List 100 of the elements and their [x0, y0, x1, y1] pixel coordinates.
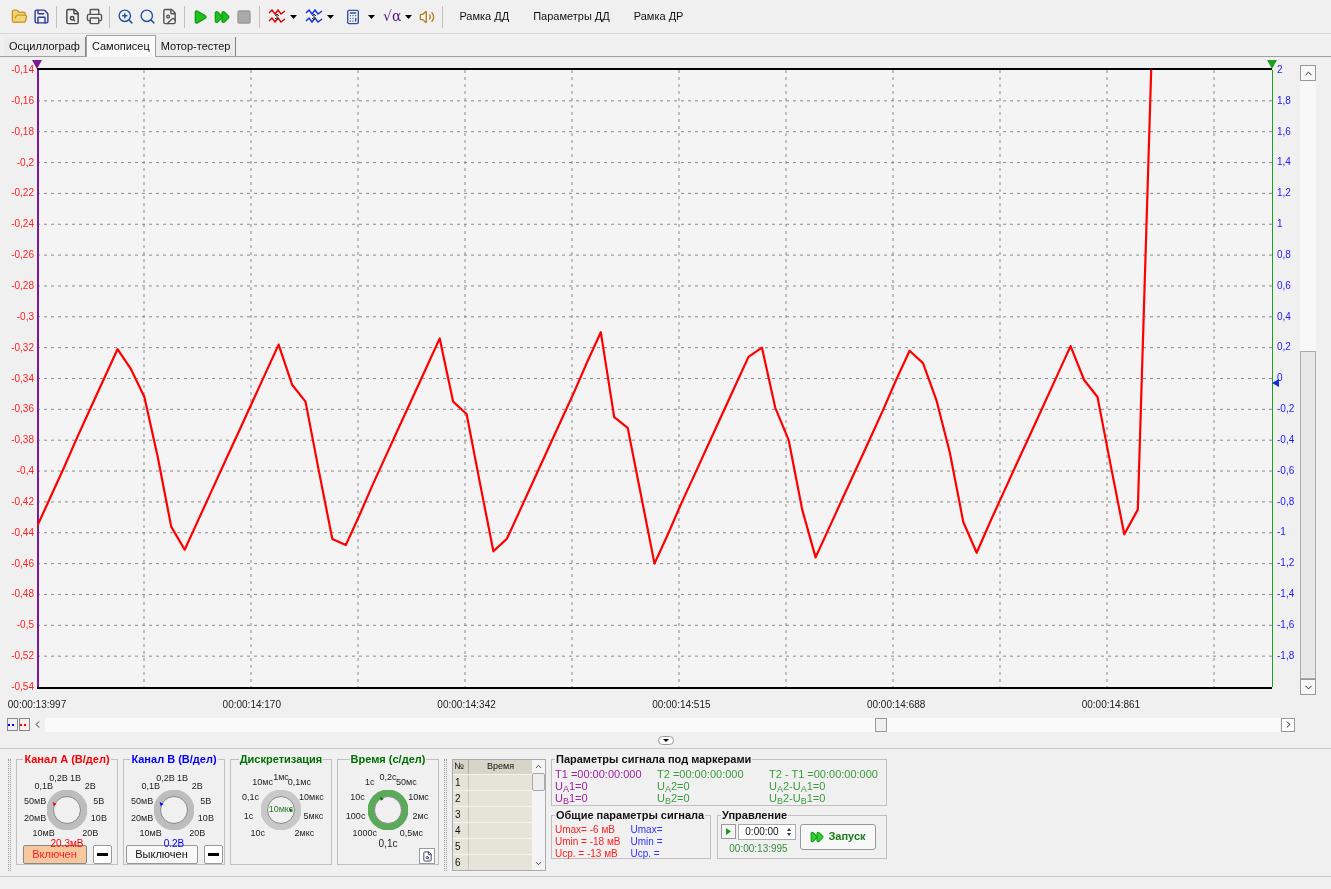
axis-label: -0,26	[11, 250, 34, 261]
dial-label: 10мс	[252, 777, 273, 787]
tab[interactable]: Осциллограф	[4, 37, 86, 56]
minus-icon	[96, 853, 108, 856]
dial-knob[interactable]	[261, 789, 301, 830]
scroll-down-button[interactable]	[1300, 679, 1316, 695]
axis-label: -0,3	[16, 311, 34, 322]
caret-icon[interactable]	[290, 14, 297, 19]
dial-label: 0,5мс	[399, 828, 423, 838]
axis-label: 1,6	[1277, 126, 1291, 137]
minus-icon	[207, 853, 219, 856]
dial-label: 0,1с	[242, 792, 259, 802]
param-text: U$_{A}$2=0	[657, 779, 691, 792]
axis-label: -0,36	[11, 404, 34, 415]
channel-toggle-button[interactable]	[19, 718, 30, 731]
tab[interactable]: Самописец	[85, 35, 156, 57]
dial-knob[interactable]	[368, 789, 408, 830]
formula-button[interactable]: √α	[383, 6, 402, 27]
axis-label: 1,2	[1277, 188, 1291, 199]
collapse-button[interactable]	[657, 736, 674, 745]
toolbar-button[interactable]: Рамка ДД	[447, 5, 522, 28]
dial-label: 2мс	[412, 811, 429, 821]
channel-toggle-button[interactable]	[7, 718, 18, 731]
axis-label: -1,4	[1277, 589, 1295, 600]
tab[interactable]: Мотор-тестер	[155, 37, 237, 56]
dial-label: 0,1мс	[287, 777, 311, 787]
dial-label: 2В	[191, 781, 203, 791]
dial-label: 10В	[90, 813, 107, 823]
axis-label: 1	[1277, 219, 1283, 230]
caret-icon[interactable]	[327, 14, 334, 19]
dial-label: 1мс	[273, 772, 289, 781]
dial-label: 5В	[200, 796, 212, 806]
dial-label: 5мкс	[303, 811, 324, 821]
toolbar-button[interactable]: Параметры ДД	[521, 5, 622, 28]
dial-label: 20мВ	[131, 813, 154, 823]
dial-label: 10с	[250, 828, 265, 838]
dial-label: 20В	[189, 828, 206, 838]
axis-label: 0,2	[1277, 342, 1291, 353]
start-button[interactable]: Запуск	[800, 823, 876, 850]
time-label: 00:00:14:688	[866, 700, 926, 710]
scroll-thumb[interactable]	[1300, 351, 1316, 679]
preview-button[interactable]	[419, 848, 435, 864]
param-text: T2 - T1 =00:00:00:000	[769, 767, 878, 780]
dial-label: 0,1В	[34, 781, 53, 791]
dial-label: 50мВ	[131, 796, 154, 806]
panel-title: Канал В (В/дел)	[130, 752, 218, 767]
scroll-thumb[interactable]	[875, 717, 887, 732]
axis-label: 1,8	[1277, 95, 1291, 106]
axis-label: -0,32	[11, 342, 34, 353]
axis-label: 0,4	[1277, 311, 1291, 322]
axis-label: -0,46	[11, 558, 34, 569]
wave-icon[interactable]	[268, 8, 286, 25]
param-text: Umax=	[630, 823, 663, 836]
axis-label: -0,48	[11, 589, 34, 600]
panel-title: Время (с/дел)	[349, 752, 427, 767]
axis-label: -0,5	[16, 620, 34, 631]
axis-label: -0,54	[11, 682, 34, 692]
dial-label: 1В	[177, 773, 189, 783]
param-text: Umin =	[630, 835, 663, 848]
time-label: 00:00:14:170	[222, 700, 281, 710]
caret-icon[interactable]	[405, 14, 413, 19]
marker-triangle-icon[interactable]	[32, 60, 42, 69]
scroll-thumb[interactable]	[532, 773, 545, 791]
dial-label: 50мс	[396, 777, 417, 787]
time-field[interactable]: 0:00:00	[738, 823, 796, 840]
axis-label: -0,24	[11, 219, 34, 230]
caret-icon[interactable]	[368, 14, 375, 19]
dial-label: 10мВ	[32, 828, 55, 838]
axis-label: -0,2	[1277, 404, 1295, 415]
dots-icon	[8, 723, 15, 726]
dial-label: 1000с	[352, 828, 377, 838]
toolbar-button[interactable]: Рамка ДР	[621, 5, 696, 28]
spin-down-icon[interactable]	[785, 831, 793, 838]
axis-label: -0,34	[11, 373, 34, 384]
caret-icon	[662, 739, 669, 742]
param-text: U$_{B}$2-U$_{B}$1=0	[769, 791, 827, 804]
column-header[interactable]: Время	[469, 760, 532, 774]
axis-label: 0,6	[1277, 280, 1291, 291]
play-button[interactable]	[721, 824, 736, 839]
dots-icon	[20, 723, 27, 726]
axis-label: -0,52	[11, 651, 34, 662]
dial-label: 10мс	[408, 792, 429, 802]
dial-label: 10В	[197, 813, 214, 823]
panel-title: Дискретизация	[238, 752, 324, 767]
marker-line[interactable]	[37, 70, 39, 687]
axis-label: 2	[1277, 65, 1283, 75]
axis-label: -0,44	[11, 527, 34, 538]
scroll-up-button[interactable]	[1300, 65, 1316, 81]
dial-label: 100с	[345, 811, 366, 821]
param-text: Uср. =	[630, 847, 661, 860]
fast-forward-icon	[810, 829, 825, 844]
wave-icon[interactable]	[305, 8, 323, 25]
dial-value: 0,1с	[378, 838, 398, 849]
minus-button[interactable]	[92, 845, 112, 864]
dial-label: 2мкс	[294, 828, 315, 838]
minus-button[interactable]	[203, 845, 223, 864]
axis-label: 0	[1277, 373, 1283, 384]
dial-label: 2В	[84, 781, 96, 791]
marker-triangle-icon[interactable]	[1267, 60, 1277, 69]
scroll-right-button[interactable]	[1281, 717, 1295, 732]
